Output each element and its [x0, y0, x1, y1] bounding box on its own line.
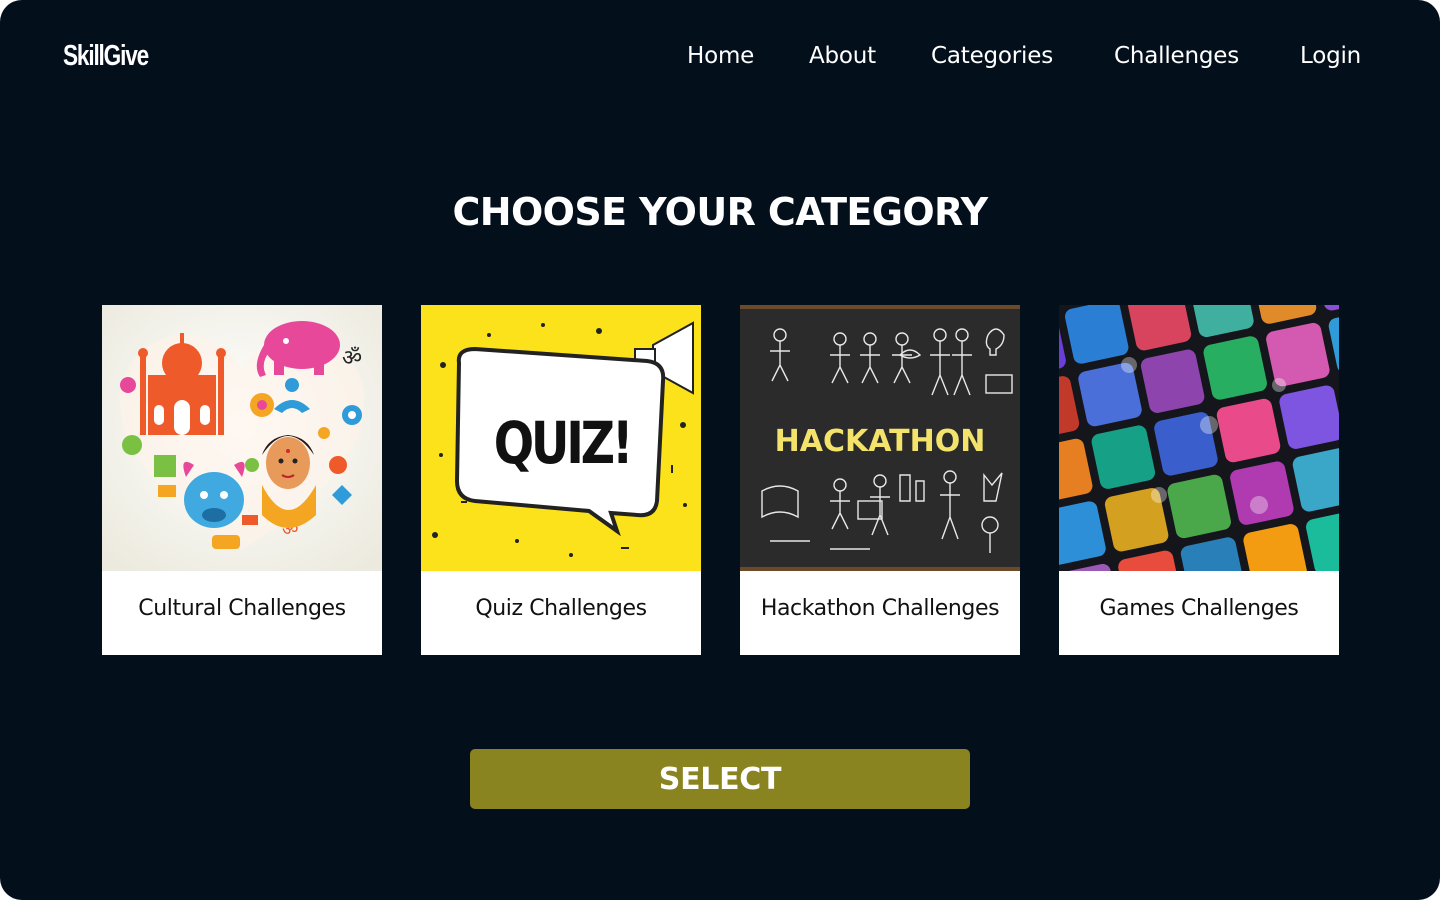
page-frame: SkillGive Home About Categories Challeng…: [0, 0, 1440, 900]
category-card-cultural[interactable]: ॐ ॐ Cultural Challenges: [102, 305, 382, 655]
nav-about[interactable]: About: [809, 43, 876, 69]
category-card-hackathon[interactable]: HACKATHON Hackathon Challenges: [740, 305, 1020, 655]
nav-home[interactable]: Home: [687, 43, 754, 69]
category-label-hackathon: Hackathon Challenges: [760, 596, 1000, 621]
page-title: CHOOSE YOUR CATEGORY: [452, 190, 988, 234]
category-label-games: Games Challenges: [1099, 596, 1299, 621]
category-card-quiz[interactable]: QUIZ! Quiz Challenges: [421, 305, 701, 655]
quiz-speech-bubble-icon: QUIZ!: [421, 305, 701, 571]
game-thumbnails-grid-icon: [1059, 305, 1339, 571]
select-button[interactable]: SELECT: [470, 749, 970, 809]
cultural-heart-collage-icon: ॐ ॐ: [102, 305, 382, 571]
category-label-quiz: Quiz Challenges: [475, 596, 647, 621]
category-card-games[interactable]: Games Challenges: [1059, 305, 1339, 655]
nav-categories[interactable]: Categories: [931, 43, 1053, 69]
brand-logo[interactable]: SkillGive: [63, 40, 149, 73]
hackathon-chalkboard-icon: HACKATHON: [740, 305, 1020, 571]
category-label-cultural: Cultural Challenges: [138, 596, 346, 621]
nav-login[interactable]: Login: [1300, 43, 1361, 69]
svg-text:ॐ: ॐ: [342, 346, 362, 371]
quiz-image-text: QUIZ!: [494, 409, 630, 477]
hackathon-image-text: HACKATHON: [775, 424, 986, 459]
nav-challenges[interactable]: Challenges: [1114, 43, 1239, 69]
